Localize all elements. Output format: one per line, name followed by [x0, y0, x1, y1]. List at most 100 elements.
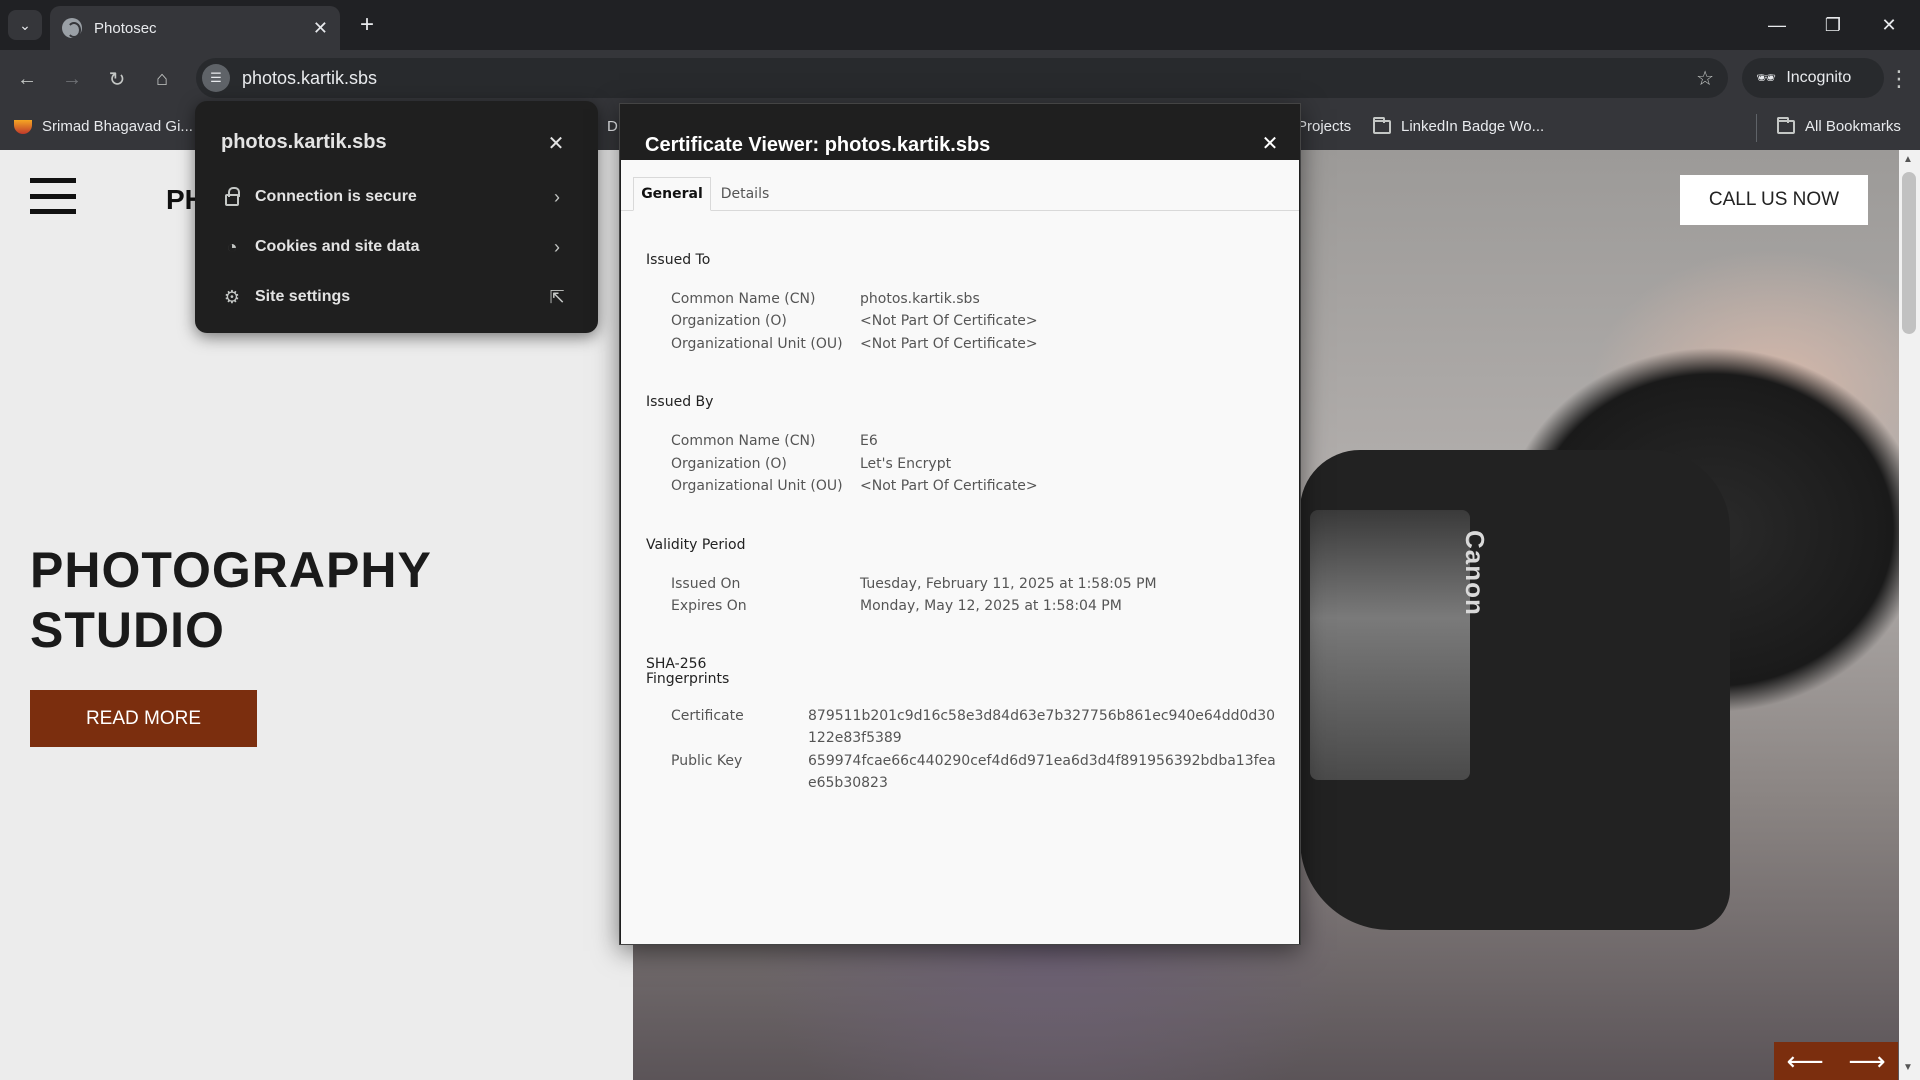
read-more-button[interactable]: READ MORE	[30, 690, 257, 747]
site-info-popup: photos.kartik.sbs ✕ Connection is secure…	[195, 101, 598, 333]
issued-to-heading: Issued To	[646, 252, 711, 268]
tab-strip: General Details	[621, 177, 1299, 211]
item-label: Connection is secure	[255, 188, 417, 205]
site-host: photos.kartik.sbs	[221, 131, 387, 153]
tab-details[interactable]: Details	[711, 177, 779, 211]
new-tab-button[interactable]: +	[352, 10, 382, 40]
url-text[interactable]: photos.kartik.sbs	[242, 68, 377, 89]
forward-arrow-icon[interactable]: →	[55, 62, 89, 96]
field-label: Common Name (CN)	[671, 291, 816, 307]
field-label: Organization (O)	[671, 313, 787, 329]
field-value: Tuesday, February 11, 2025 at 1:58:05 PM	[860, 576, 1157, 592]
prev-arrow-icon[interactable]: ⟵	[1786, 1046, 1823, 1077]
bookmark-all-bookmarks[interactable]: All Bookmarks	[1777, 116, 1901, 135]
menu-kebab-icon[interactable]: ⋮	[1888, 66, 1910, 92]
bookmark-label: D	[607, 118, 618, 135]
item-label: Cookies and site data	[255, 238, 420, 255]
hero-title-line: STUDIO	[30, 602, 225, 658]
dialog-header: Certificate Viewer: photos.kartik.sbs ✕	[620, 104, 1300, 160]
address-bar[interactable]: ☰ photos.kartik.sbs ☆	[196, 58, 1728, 98]
chevron-right-icon: ›	[554, 186, 560, 207]
bookmarks-divider	[1756, 114, 1757, 142]
public-key-fingerprint-value: 659974fcae66c440290cef4d6d971ea6d3d4f891…	[808, 753, 1276, 791]
folder-icon	[1373, 116, 1391, 134]
hamburger-menu-icon[interactable]	[30, 178, 76, 214]
issued-by-heading: Issued By	[646, 394, 714, 410]
bookmark-projects[interactable]: Projects	[1297, 118, 1351, 135]
folder-icon	[1777, 116, 1795, 134]
field-value: E6	[860, 433, 878, 449]
diya-icon	[14, 119, 32, 134]
field-label: Organizational Unit (OU)	[671, 478, 843, 494]
chevron-right-icon: ›	[554, 236, 560, 257]
field-label: Certificate	[671, 708, 744, 724]
scroll-down-icon[interactable]: ▼	[1903, 1062, 1913, 1073]
heading-line: Fingerprints	[646, 671, 730, 687]
field-value: Monday, May 12, 2025 at 1:58:04 PM	[860, 598, 1122, 614]
site-info-tune-icon[interactable]: ☰	[202, 64, 230, 92]
fingerprints-heading: SHA-256 Fingerprints	[646, 657, 729, 687]
window-close-button[interactable]: ✕	[1866, 10, 1912, 40]
reload-icon[interactable]: ↻	[100, 62, 134, 96]
field-value: <Not Part Of Certificate>	[860, 313, 1038, 329]
home-icon[interactable]: ⌂	[145, 62, 179, 96]
dialog-title: Certificate Viewer: photos.kartik.sbs	[645, 134, 991, 156]
back-arrow-icon[interactable]: ←	[10, 62, 44, 96]
browser-tab[interactable]: Photosec ✕	[50, 6, 340, 50]
field-value: Let's Encrypt	[860, 456, 952, 472]
tab-general[interactable]: General	[633, 177, 711, 211]
tab-search-chevron-icon[interactable]: ⌄	[8, 10, 42, 40]
tab-title: Photosec	[94, 19, 157, 37]
bookmark-label: LinkedIn Badge Wo...	[1401, 118, 1545, 135]
bookmark-srimad-bhagavad[interactable]: Srimad Bhagavad Gi...	[14, 118, 193, 135]
scroll-up-icon[interactable]: ▲	[1903, 154, 1913, 165]
slider-controls: ⟵ ⟶	[1774, 1042, 1898, 1080]
close-icon[interactable]: ✕	[1256, 130, 1284, 158]
item-label: Site settings	[255, 288, 351, 305]
scrollbar-thumb[interactable]	[1902, 172, 1916, 334]
field-value: <Not Part Of Certificate>	[860, 336, 1038, 352]
connection-secure-item[interactable]: Connection is secure ›	[195, 173, 598, 221]
gear-icon: ⚙	[223, 286, 241, 307]
cookies-site-data-item[interactable]: ◔ Cookies and site data ›	[195, 223, 598, 271]
field-label: Organizational Unit (OU)	[671, 336, 843, 352]
external-link-icon: ⇱	[549, 286, 565, 307]
field-label: Expires On	[671, 598, 747, 614]
lock-icon	[221, 186, 243, 208]
field-label: Organization (O)	[671, 456, 787, 472]
field-value: photos.kartik.sbs	[860, 291, 980, 307]
close-icon[interactable]: ✕	[541, 129, 571, 159]
certificate-viewer-dialog: Certificate Viewer: photos.kartik.sbs ✕ …	[619, 103, 1301, 945]
restore-button[interactable]: ❐	[1810, 10, 1856, 40]
bookmark-linkedin-badge[interactable]: LinkedIn Badge Wo...	[1373, 116, 1545, 135]
next-arrow-icon[interactable]: ⟶	[1848, 1046, 1885, 1077]
field-label: Public Key	[671, 753, 743, 769]
tab-close-icon[interactable]: ✕	[313, 18, 328, 39]
heading-line: SHA-256	[646, 656, 707, 672]
bookmark-star-icon[interactable]: ☆	[1696, 66, 1714, 91]
hero-title: PHOTOGRAPHY STUDIO	[30, 540, 432, 660]
camera-brand-text: Canon	[1460, 530, 1490, 616]
browser-toolbar: ← → ↻ ⌂ ☰ photos.kartik.sbs ☆ 🕶 Incognit…	[0, 50, 1920, 106]
field-label: Issued On	[671, 576, 741, 592]
incognito-icon: 🕶	[1756, 70, 1777, 87]
field-value: <Not Part Of Certificate>	[860, 478, 1038, 494]
globe-icon	[62, 18, 82, 38]
certificate-fingerprint-value: 879511b201c9d16c58e3d84d63e7b327756b861e…	[808, 708, 1276, 746]
hero-title-line: PHOTOGRAPHY	[30, 542, 432, 598]
bookmark-d[interactable]: D	[607, 118, 618, 135]
minimize-button[interactable]: —	[1754, 10, 1800, 40]
field-label: Common Name (CN)	[671, 433, 816, 449]
bookmark-label: Srimad Bhagavad Gi...	[42, 118, 193, 135]
incognito-label: Incognito	[1786, 69, 1852, 86]
call-us-now-button[interactable]: CALL US NOW	[1680, 175, 1868, 225]
cookie-icon: ◔	[226, 236, 238, 257]
site-settings-item[interactable]: ⚙ Site settings ⇱	[195, 273, 598, 321]
bookmark-label: All Bookmarks	[1805, 118, 1901, 135]
bookmark-label: Projects	[1297, 118, 1352, 135]
tab-strip: ⌄ Photosec ✕ + — ❐ ✕	[0, 0, 1920, 50]
validity-heading: Validity Period	[646, 537, 746, 553]
camera-image-screen	[1310, 510, 1470, 780]
dialog-body: General Details Issued To Common Name (C…	[621, 160, 1299, 944]
incognito-indicator[interactable]: 🕶 Incognito	[1742, 58, 1884, 98]
